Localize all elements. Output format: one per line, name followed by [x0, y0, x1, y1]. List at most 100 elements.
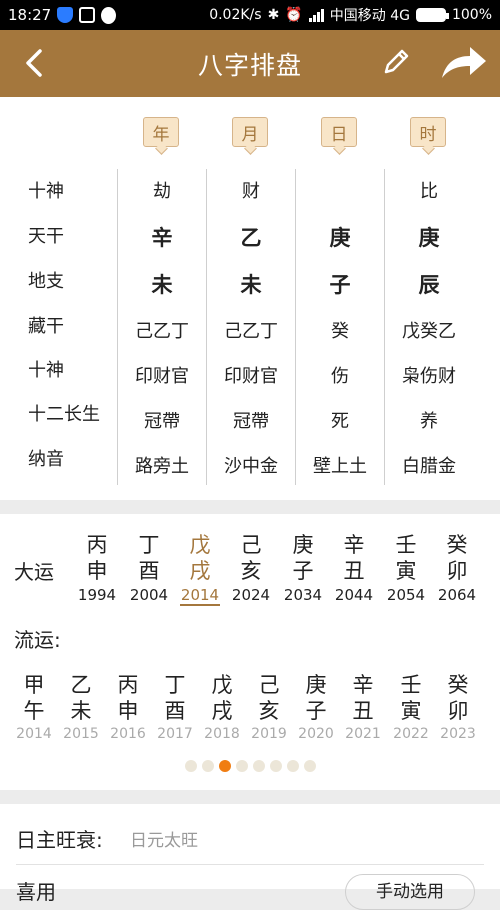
liuyun-gan: 壬 — [400, 673, 422, 697]
summary-panel: 日主旺衰: 日元太旺 喜用 手动选用 — [0, 804, 500, 910]
liuyun-item[interactable]: 壬 寅 2022 — [388, 672, 434, 742]
qq-icon — [101, 6, 117, 24]
dayun-item[interactable]: 丁 酉 2004 — [124, 532, 174, 604]
row-label-canggan: 藏干 — [28, 316, 64, 337]
column-header-year: 年 — [143, 117, 179, 147]
dayun-item[interactable]: 辛 丑 2044 — [329, 532, 379, 604]
cell-day-canggan: 癸 — [331, 321, 349, 342]
liuyun-gan: 辛 — [352, 673, 374, 697]
cell-month-shishen: 财 — [242, 181, 260, 202]
liuyun-year: 2021 — [345, 726, 381, 742]
liuyun-zhi: 戌 — [211, 699, 233, 723]
app-header: 八字排盘 — [0, 30, 500, 97]
dayun-year: 1994 — [77, 586, 117, 604]
page-dot[interactable] — [201, 760, 214, 772]
liuyun-zhi: 子 — [305, 699, 327, 723]
dayun-zhi: 丑 — [343, 559, 365, 583]
liuyun-item[interactable]: 甲 午 2014 — [11, 672, 57, 742]
dayun-gan: 己 — [240, 533, 262, 557]
strength-label: 日主旺衰: — [16, 828, 103, 852]
dayun-zhi: 亥 — [240, 559, 262, 583]
liuyun-item[interactable]: 丙 申 2016 — [105, 672, 151, 742]
page-dot[interactable] — [303, 760, 316, 772]
liuyun-item[interactable]: 辛 丑 2021 — [340, 672, 386, 742]
dayun-year: 2004 — [129, 586, 169, 604]
dayun-gan: 丙 — [86, 533, 108, 557]
status-bar: 18:27 0.02K/s ✱ ⏰ 中国移动 4G 100% — [0, 0, 500, 30]
dayun-item[interactable]: 己 亥 2024 — [226, 532, 276, 604]
dayun-zhi: 申 — [86, 559, 108, 583]
dayun-zhi: 戌 — [189, 559, 211, 583]
page-dot[interactable] — [269, 760, 282, 772]
dayun-item[interactable]: 壬 寅 2054 — [381, 532, 431, 604]
liuyun-item[interactable]: 庚 子 2020 — [293, 672, 339, 742]
liuyun-year: 2017 — [157, 726, 193, 742]
cell-hour-changsheng: 养 — [420, 411, 438, 432]
liuyun-gan: 乙 — [70, 673, 92, 697]
manual-select-button[interactable]: 手动选用 — [345, 874, 475, 910]
cell-month-shishen-2: 印财官 — [224, 366, 278, 387]
liuyun-label: 流运: — [14, 628, 61, 652]
liuyun-year: 2016 — [110, 726, 146, 742]
cell-month-tiangan: 乙 — [240, 226, 262, 250]
liuyun-year: 2022 — [393, 726, 429, 742]
dayun-gan: 癸 — [446, 533, 468, 557]
dayun-gan: 庚 — [292, 533, 314, 557]
pencil-edit-icon[interactable] — [380, 46, 412, 78]
cell-year-tiangan: 辛 — [151, 226, 173, 250]
row-label-shishen-2: 十神 — [28, 360, 64, 381]
liuyun-zhi: 亥 — [258, 699, 280, 723]
share-arrow-icon[interactable] — [440, 44, 488, 82]
liuyun-year: 2023 — [440, 726, 476, 742]
battery-level: 100% — [451, 7, 492, 23]
back-arrow-icon[interactable] — [20, 48, 50, 78]
dayun-label: 大运 — [14, 560, 54, 584]
liuyun-gan: 癸 — [447, 673, 469, 697]
liuyun-item[interactable]: 己 亥 2019 — [246, 672, 292, 742]
cell-month-canggan: 己乙丁 — [224, 321, 278, 342]
cell-year-nayin: 路旁土 — [135, 456, 189, 477]
liuyun-gan: 戊 — [211, 673, 233, 697]
page-indicator[interactable] — [0, 760, 500, 772]
page-dot-active[interactable] — [218, 760, 231, 772]
page-dot[interactable] — [286, 760, 299, 772]
luck-cycles-panel: 大运 丙 申 1994 丁 酉 2004 戊 戌 2014 己 亥 2024 庚… — [0, 514, 500, 790]
dayun-year: 2014 — [179, 586, 221, 606]
dayun-item[interactable]: 丙 申 1994 — [72, 532, 122, 604]
liuyun-year: 2014 — [16, 726, 52, 742]
dayun-gan: 辛 — [343, 533, 365, 557]
dayun-item[interactable]: 癸 卯 2064 — [432, 532, 482, 604]
liuyun-item[interactable]: 癸 卯 2023 — [435, 672, 481, 742]
liuyun-zhi: 申 — [117, 699, 139, 723]
divider — [16, 864, 484, 865]
row-label-nayin: 纳音 — [28, 449, 64, 470]
liuyun-zhi: 卯 — [447, 699, 469, 723]
dayun-zhi: 寅 — [395, 559, 417, 583]
dayun-year: 2024 — [231, 586, 271, 604]
app-icon — [79, 7, 96, 23]
page-dot[interactable] — [252, 760, 265, 772]
liuyun-zhi: 寅 — [400, 699, 422, 723]
page-dot[interactable] — [235, 760, 248, 772]
dayun-year: 2034 — [283, 586, 323, 604]
cell-month-changsheng: 冠帶 — [233, 411, 269, 432]
liuyun-item[interactable]: 戊 戌 2018 — [199, 672, 245, 742]
row-label-tiangan: 天干 — [28, 226, 64, 247]
dayun-item[interactable]: 庚 子 2034 — [278, 532, 328, 604]
cell-day-dizhi: 子 — [329, 273, 351, 297]
liuyun-item[interactable]: 乙 未 2015 — [58, 672, 104, 742]
cell-day-nayin: 壁上土 — [313, 456, 367, 477]
dayun-gan: 戊 — [189, 533, 211, 557]
dayun-item-selected[interactable]: 戊 戌 2014 — [175, 532, 225, 606]
liuyun-year: 2018 — [204, 726, 240, 742]
liuyun-year: 2015 — [63, 726, 99, 742]
alarm-icon: ⏰ — [285, 7, 303, 23]
cell-hour-shishen: 比 — [420, 181, 438, 202]
dayun-gan: 壬 — [395, 533, 417, 557]
cell-hour-canggan: 戊癸乙 — [402, 321, 456, 342]
liuyun-item[interactable]: 丁 酉 2017 — [152, 672, 198, 742]
network-speed: 0.02K/s — [209, 7, 262, 23]
row-label-changsheng: 十二长生 — [28, 404, 100, 425]
page-dot[interactable] — [184, 760, 197, 772]
liuyun-zhi: 酉 — [164, 699, 186, 723]
